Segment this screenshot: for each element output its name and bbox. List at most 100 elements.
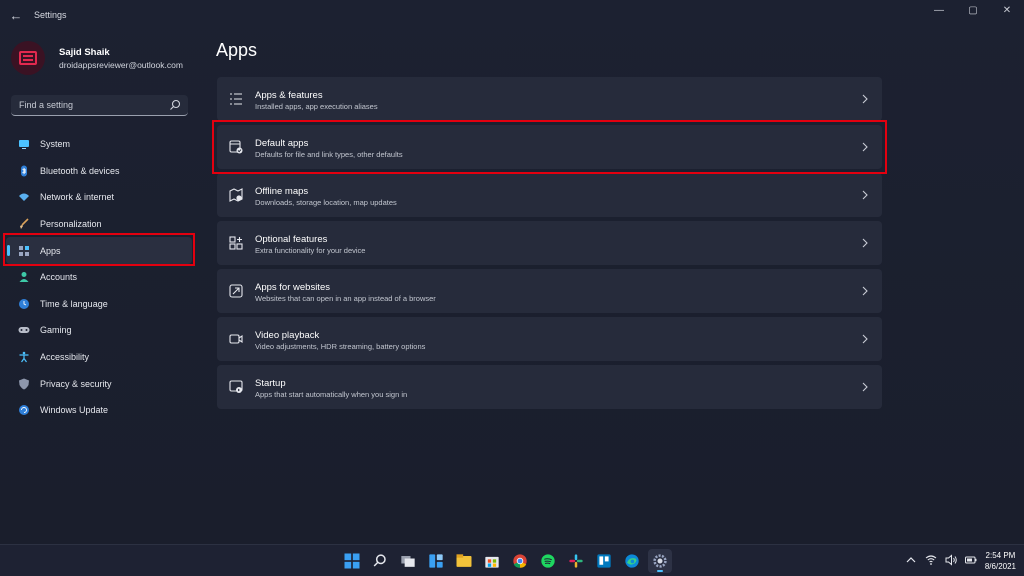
back-arrow-icon[interactable]: ←: [8, 8, 24, 24]
chevron-up-icon[interactable]: [905, 553, 917, 567]
chevron-right-icon: [862, 286, 868, 296]
wifi-icon[interactable]: [925, 553, 937, 567]
grid-plus-icon: [229, 236, 243, 250]
sidebar-item-label: Personalization: [40, 219, 102, 230]
avatar[interactable]: [11, 41, 45, 75]
sidebar-item-label: Gaming: [40, 325, 72, 336]
settings-icon[interactable]: [648, 549, 672, 573]
edge-icon[interactable]: [620, 549, 644, 573]
sidebar-item-label: Accounts: [40, 272, 78, 283]
settings-window: ← Settings — ▢ ✕ Sajid Shaik droidappsre…: [0, 0, 1024, 544]
chevron-right-icon: [862, 382, 868, 392]
windows-start-icon[interactable]: [340, 549, 364, 573]
user-email: droidappsreviewer@outlook.com: [59, 60, 183, 70]
store-icon[interactable]: [480, 549, 504, 573]
task-view-icon[interactable]: [396, 549, 420, 573]
accessibility-icon: [18, 351, 30, 363]
chevron-right-icon: [862, 94, 868, 104]
app-title: Settings: [34, 10, 67, 20]
sidebar-item-time-language[interactable]: Time & language: [6, 291, 192, 318]
widgets-icon[interactable]: [424, 549, 448, 573]
card-offline-maps[interactable]: Offline maps Downloads, storage location,…: [217, 173, 882, 217]
person-icon: [18, 271, 30, 283]
taskbar-apps: [340, 549, 672, 573]
spotify-icon[interactable]: [536, 549, 560, 573]
card-apps-features[interactable]: Apps & features Installed apps, app execu…: [217, 77, 882, 121]
default-apps-highlight-box: [212, 120, 887, 174]
page-title: Apps: [216, 40, 258, 60]
sidebar-item-bluetooth-devices[interactable]: Bluetooth & devices: [6, 158, 192, 185]
monitor-icon: [18, 138, 30, 150]
card-subtitle: Apps that start automatically when you s…: [255, 390, 408, 399]
sidebar-item-label: System: [40, 139, 71, 150]
system-tray: [905, 553, 977, 567]
user-name: Sajid Shaik: [59, 47, 110, 58]
link-window-icon: [229, 284, 243, 298]
card-title: Video playback: [255, 330, 320, 341]
search-icon[interactable]: [169, 99, 181, 111]
shield-icon: [18, 378, 30, 390]
search-icon[interactable]: [368, 549, 392, 573]
clock-date: 8/6/2021: [984, 562, 1016, 571]
window-controls: — ▢ ✕: [922, 0, 1024, 20]
sidebar-item-gaming[interactable]: Gaming: [6, 317, 192, 344]
card-subtitle: Extra functionality for your device: [255, 246, 366, 255]
clock[interactable]: 2:54 PM 8/6/2021: [985, 551, 1016, 571]
title-bar: ← Settings — ▢ ✕: [0, 0, 1024, 32]
apps-highlight-box: [3, 233, 195, 266]
close-button[interactable]: ✕: [990, 0, 1024, 20]
update-icon: [18, 404, 30, 416]
brush-icon: [18, 218, 30, 230]
gamepad-icon: [18, 324, 30, 336]
card-apps-for-websites[interactable]: Apps for websites Websites that can open …: [217, 269, 882, 313]
sidebar-item-label: Privacy & security: [40, 378, 112, 389]
clock-time: 2:54 PM: [985, 551, 1016, 560]
volume-icon[interactable]: [945, 553, 957, 567]
sidebar-item-label: Bluetooth & devices: [40, 165, 120, 176]
maximize-button[interactable]: ▢: [956, 0, 990, 20]
file-explorer-icon[interactable]: [452, 549, 476, 573]
chrome-icon[interactable]: [508, 549, 532, 573]
sidebar-item-label: Network & internet: [40, 192, 115, 203]
card-subtitle: Video adjustments, HDR streaming, batter…: [255, 342, 426, 351]
startup-icon: [229, 380, 243, 394]
card-subtitle: Downloads, storage location, map updates: [255, 198, 397, 207]
card-title: Offline maps: [255, 186, 309, 197]
bluetooth-icon: [18, 165, 30, 177]
taskbar: 2:54 PM 8/6/2021: [0, 544, 1024, 576]
card-title: Apps & features: [255, 90, 323, 101]
card-video-playback[interactable]: Video playback Video adjustments, HDR str…: [217, 317, 882, 361]
globe-clock-icon: [18, 298, 30, 310]
search-input[interactable]: Find a setting: [11, 95, 188, 116]
chevron-right-icon: [862, 334, 868, 344]
minimize-button[interactable]: —: [922, 0, 956, 20]
card-title: Startup: [255, 378, 286, 389]
sidebar-item-label: Windows Update: [40, 405, 109, 416]
chevron-right-icon: [862, 190, 868, 200]
avatar-logo-icon: [19, 51, 37, 65]
sidebar-item-system[interactable]: System: [6, 131, 192, 158]
sidebar-item-label: Accessibility: [40, 352, 90, 363]
sidebar-item-label: Time & language: [40, 298, 108, 309]
trello-icon[interactable]: [592, 549, 616, 573]
card-startup[interactable]: Startup Apps that start automatically whe…: [217, 365, 882, 409]
sidebar-item-network-internet[interactable]: Network & internet: [6, 184, 192, 211]
sidebar-item-accounts[interactable]: Accounts: [6, 264, 192, 291]
card-subtitle: Websites that can open in an app instead…: [255, 294, 436, 303]
sidebar-item-privacy-security[interactable]: Privacy & security: [6, 370, 192, 397]
battery-icon[interactable]: [965, 553, 977, 567]
list-icon: [229, 92, 243, 106]
sidebar-item-accessibility[interactable]: Accessibility: [6, 344, 192, 371]
sidebar-nav: System Bluetooth & devices Network & inter…: [6, 131, 192, 424]
slack-icon[interactable]: [564, 549, 588, 573]
wifi-icon: [18, 191, 30, 203]
card-optional-features[interactable]: Optional features Extra functionality for…: [217, 221, 882, 265]
video-icon: [229, 332, 243, 346]
card-title: Apps for websites: [255, 282, 330, 293]
card-subtitle: Installed apps, app execution aliases: [255, 102, 378, 111]
search-placeholder: Find a setting: [19, 100, 74, 110]
map-icon: [229, 188, 243, 202]
sidebar-item-windows-update[interactable]: Windows Update: [6, 397, 192, 424]
chevron-right-icon: [862, 238, 868, 248]
card-title: Optional features: [255, 234, 328, 245]
